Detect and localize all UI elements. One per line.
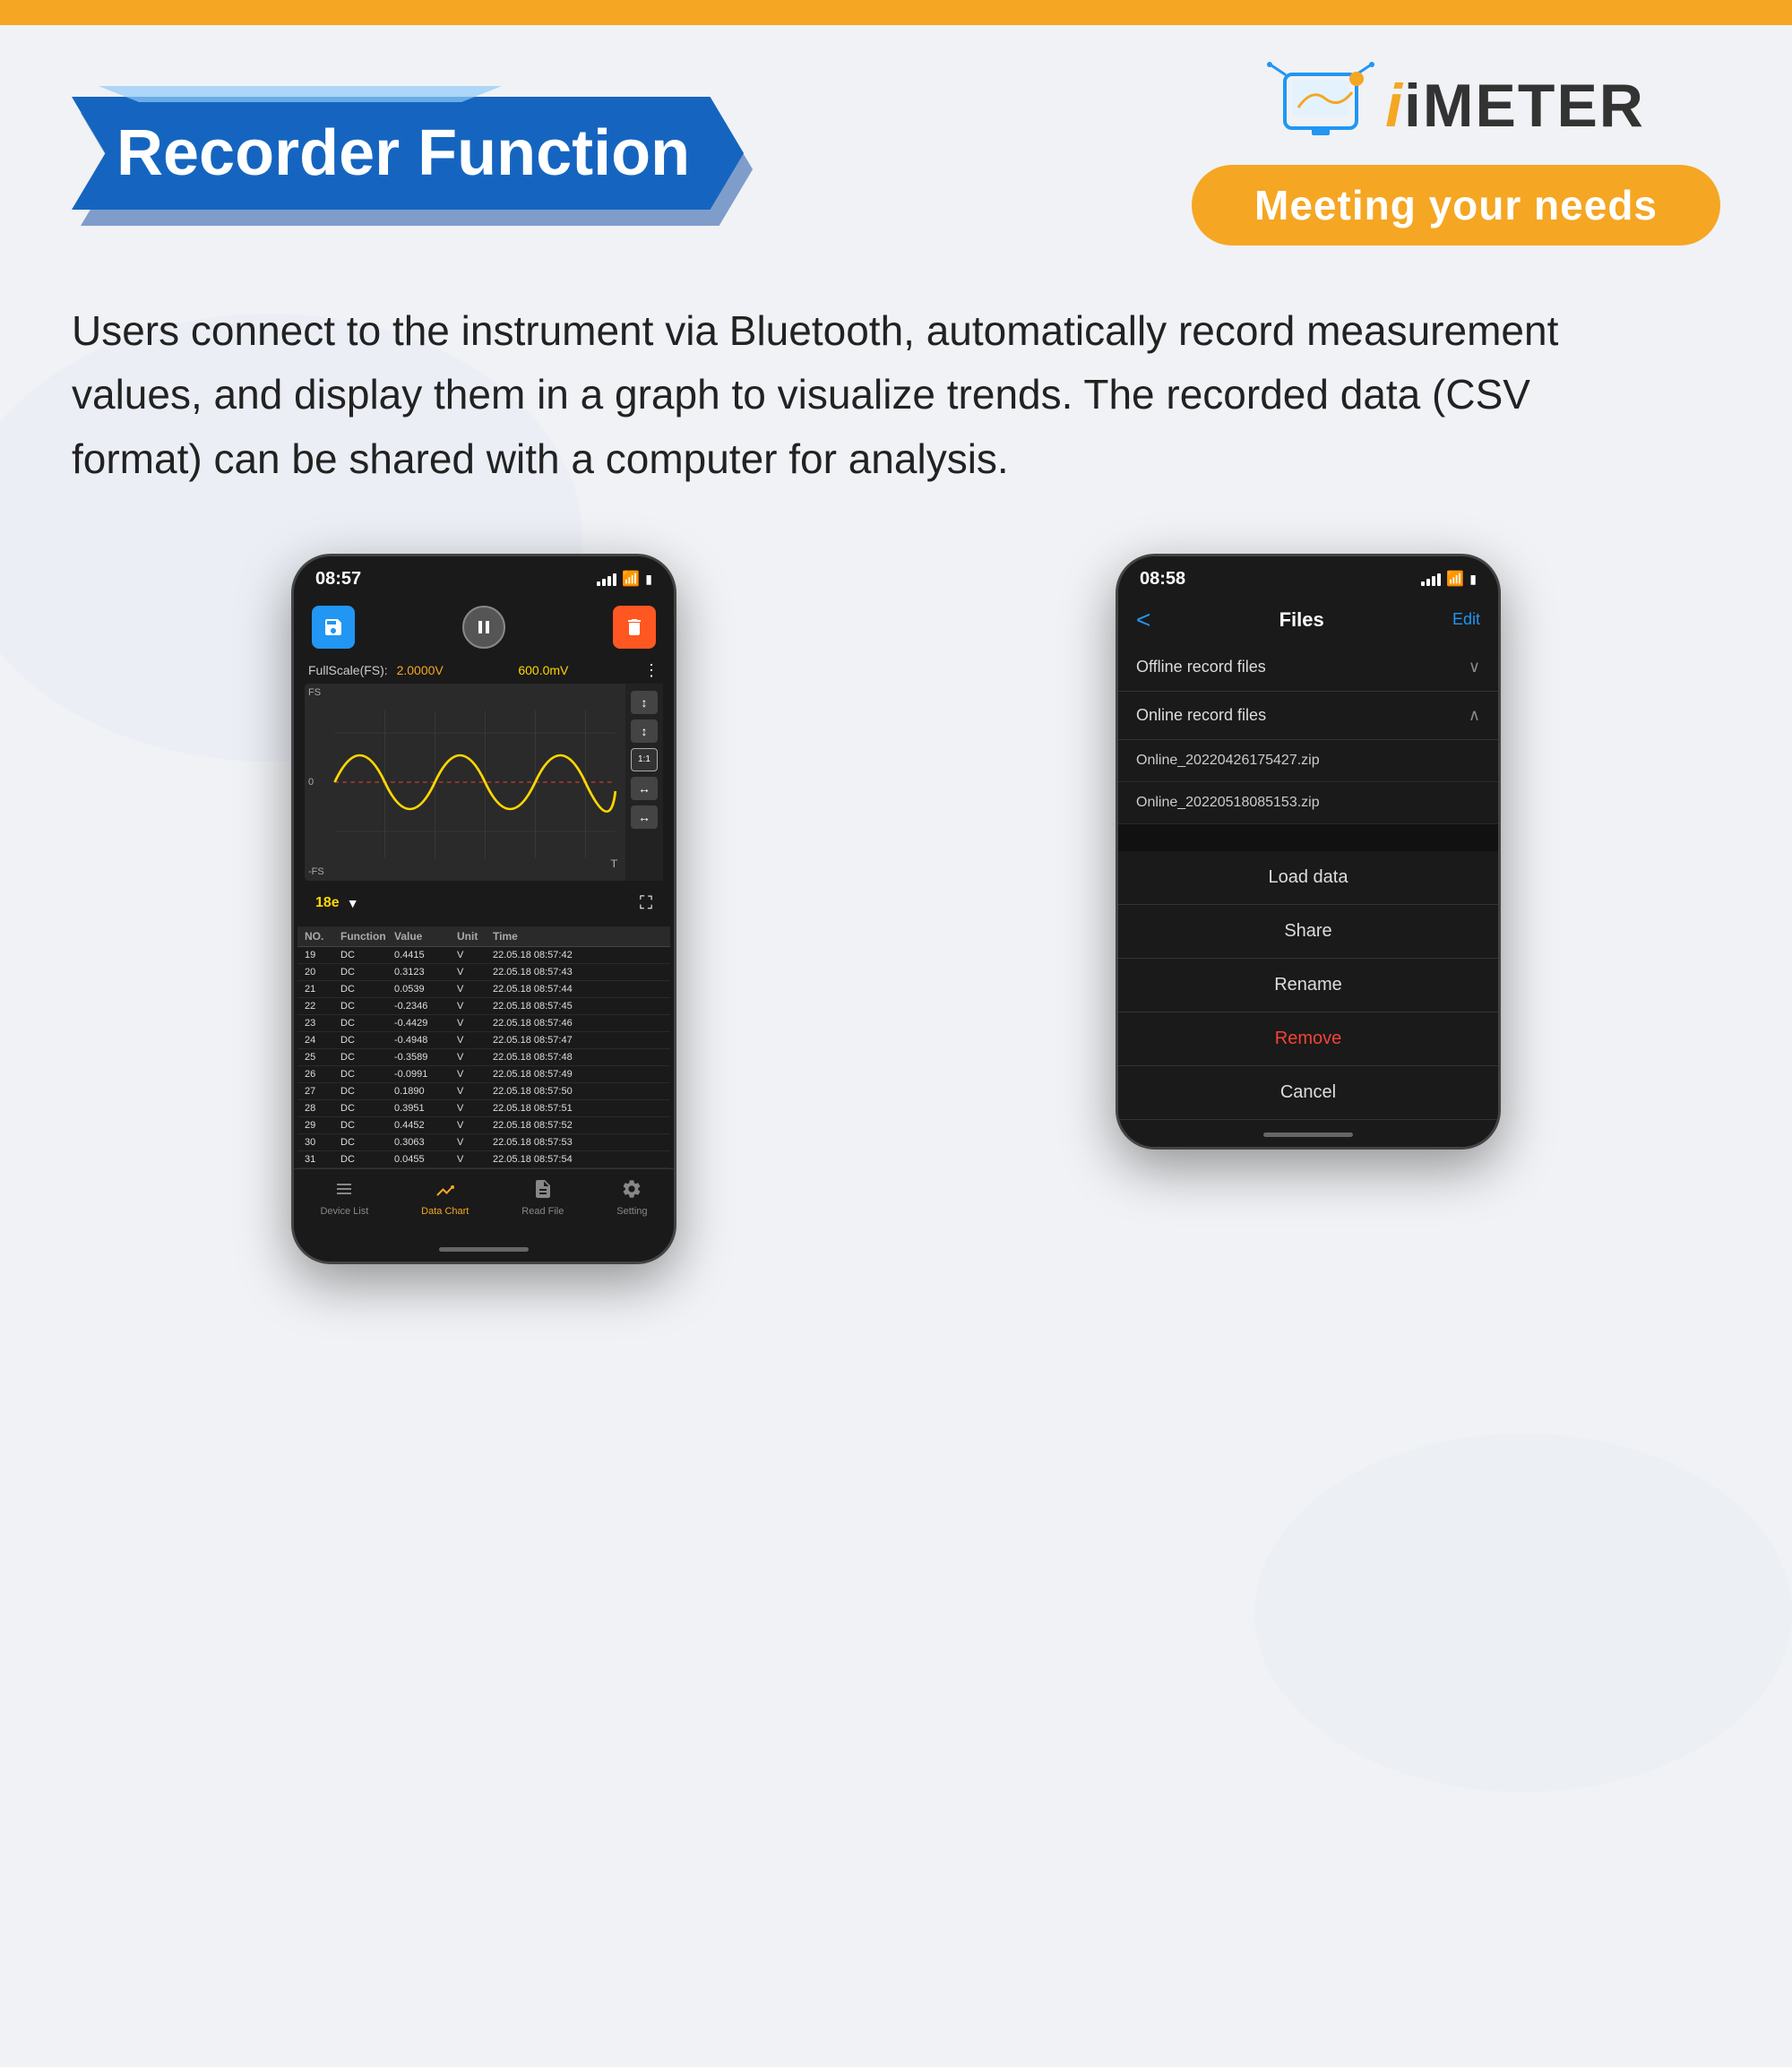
table-row: 19DC0.4415V22.05.18 08:57:42 bbox=[297, 947, 670, 964]
table-row: 23DC-0.4429V22.05.18 08:57:46 bbox=[297, 1015, 670, 1032]
header-section: Recorder Function bbox=[72, 61, 1720, 245]
online-arrow: ∧ bbox=[1469, 706, 1480, 725]
pan-btn[interactable]: ↔ bbox=[631, 777, 658, 800]
time-1: 08:57 bbox=[315, 569, 361, 590]
imeter-tagline: Meeting your needs bbox=[1192, 165, 1720, 245]
files-section: Offline record files ∨ Online record fil… bbox=[1118, 643, 1498, 824]
home-indicator-1 bbox=[294, 1235, 674, 1262]
cancel-btn[interactable]: Cancel bbox=[1118, 1066, 1498, 1120]
fullscreen-btn[interactable]: ⛶ bbox=[640, 893, 652, 914]
data-table: NO. Function Value Unit Time 19DC0.4415V… bbox=[297, 926, 670, 1168]
read-file-icon bbox=[532, 1178, 554, 1202]
svg-text:T: T bbox=[610, 857, 617, 870]
status-bar-2: 08:58 📶 ▮ bbox=[1118, 556, 1498, 597]
back-button[interactable]: < bbox=[1136, 606, 1150, 634]
offline-files-category[interactable]: Offline record files ∨ bbox=[1118, 643, 1498, 692]
files-header: < Files Edit bbox=[1118, 597, 1498, 643]
load-data-btn[interactable]: Load data bbox=[1118, 851, 1498, 905]
table-rows: 19DC0.4415V22.05.18 08:57:4220DC0.3123V2… bbox=[297, 947, 670, 1168]
chart-selector: 18e ▼ ⛶ bbox=[305, 886, 663, 921]
chart-area: FS 0 -FS bbox=[305, 684, 663, 881]
top-bar bbox=[0, 0, 1792, 25]
table-row: 28DC0.3951V22.05.18 08:57:51 bbox=[297, 1100, 670, 1117]
offline-arrow: ∨ bbox=[1469, 658, 1480, 676]
dropdown-arrow[interactable]: ▼ bbox=[347, 896, 359, 910]
file-item-1[interactable]: Online_20220426175427.zip bbox=[1118, 740, 1498, 782]
delete-button[interactable] bbox=[613, 606, 656, 649]
online-files-category[interactable]: Online record files ∧ bbox=[1118, 692, 1498, 740]
battery-icon: ▮ bbox=[645, 572, 652, 587]
zoom-up-btn[interactable]: ↕ bbox=[631, 691, 658, 714]
imeter-section: iiMETER Meeting your needs bbox=[1192, 61, 1720, 245]
scale-btn[interactable]: 1:1 bbox=[631, 748, 658, 771]
signal-icon-2 bbox=[1421, 572, 1441, 586]
phone1-mockup: 08:57 📶 ▮ bbox=[291, 554, 676, 1264]
edit-button[interactable]: Edit bbox=[1452, 610, 1480, 629]
setting-icon bbox=[621, 1178, 642, 1202]
zoom-down-btn[interactable]: ↕ bbox=[631, 719, 658, 743]
data-chart-icon bbox=[435, 1178, 456, 1202]
save-button[interactable] bbox=[312, 606, 355, 649]
battery-icon-2: ▮ bbox=[1469, 572, 1477, 587]
table-row: 22DC-0.2346V22.05.18 08:57:45 bbox=[297, 998, 670, 1015]
description-text: Users connect to the instrument via Blue… bbox=[72, 299, 1649, 491]
table-row: 26DC-0.0991V22.05.18 08:57:49 bbox=[297, 1066, 670, 1083]
phone2-mockup: 08:58 📶 ▮ < Files Edit bbox=[1116, 554, 1501, 1150]
table-row: 27DC0.1890V22.05.18 08:57:50 bbox=[297, 1083, 670, 1100]
waveform-chart: T bbox=[305, 684, 625, 881]
fullscale-info: FullScale(FS): 2.0000V 600.0mV ⋮ bbox=[294, 658, 674, 684]
status-bar-1: 08:57 📶 ▮ bbox=[294, 556, 674, 597]
files-spacer bbox=[1118, 824, 1498, 851]
nav-read-file[interactable]: Read File bbox=[521, 1178, 564, 1217]
share-btn[interactable]: Share bbox=[1118, 905, 1498, 959]
toolbar bbox=[294, 597, 674, 658]
menu-dots[interactable]: ⋮ bbox=[643, 661, 659, 680]
home-indicator-2 bbox=[1118, 1120, 1498, 1147]
table-row: 21DC0.0539V22.05.18 08:57:44 bbox=[297, 981, 670, 998]
table-row: 29DC0.4452V22.05.18 08:57:52 bbox=[297, 1117, 670, 1134]
bottom-nav: Device List Data Chart Read File bbox=[294, 1168, 674, 1235]
table-row: 30DC0.3063V22.05.18 08:57:53 bbox=[297, 1134, 670, 1151]
file-item-2[interactable]: Online_20220518085153.zip bbox=[1118, 782, 1498, 824]
wifi-icon: 📶 bbox=[622, 570, 640, 588]
status-icons-1: 📶 ▮ bbox=[597, 570, 652, 588]
pause-button[interactable] bbox=[462, 606, 505, 649]
files-title: Files bbox=[1279, 608, 1324, 632]
nav-setting[interactable]: Setting bbox=[616, 1178, 647, 1217]
table-header: NO. Function Value Unit Time bbox=[297, 926, 670, 947]
table-row: 20DC0.3123V22.05.18 08:57:43 bbox=[297, 964, 670, 981]
status-icons-2: 📶 ▮ bbox=[1421, 570, 1477, 588]
phones-display: 08:57 📶 ▮ bbox=[72, 554, 1720, 1264]
signal-icon bbox=[597, 572, 616, 586]
device-list-icon bbox=[333, 1178, 355, 1202]
table-row: 31DC0.0455V22.05.18 08:57:54 bbox=[297, 1151, 670, 1168]
time-2: 08:58 bbox=[1140, 569, 1185, 590]
imeter-logo: iiMETER bbox=[1267, 61, 1645, 151]
remove-btn[interactable]: Remove bbox=[1118, 1012, 1498, 1066]
wifi-icon-2: 📶 bbox=[1446, 570, 1464, 588]
table-row: 24DC-0.4948V22.05.18 08:57:47 bbox=[297, 1032, 670, 1049]
table-row: 25DC-0.3589V22.05.18 08:57:48 bbox=[297, 1049, 670, 1066]
imeter-text: iiMETER bbox=[1385, 71, 1645, 141]
nav-device-list[interactable]: Device List bbox=[320, 1178, 368, 1217]
zoom-fit-btn[interactable]: ↔ bbox=[631, 805, 658, 829]
page-title: Recorder Function bbox=[72, 97, 744, 210]
imeter-icon bbox=[1267, 61, 1374, 151]
action-buttons: Load data Share Rename Remove Cancel bbox=[1118, 851, 1498, 1120]
recorder-badge: Recorder Function bbox=[72, 97, 744, 210]
main-content: Recorder Function bbox=[0, 25, 1792, 1318]
nav-data-chart[interactable]: Data Chart bbox=[421, 1178, 469, 1217]
rename-btn[interactable]: Rename bbox=[1118, 959, 1498, 1012]
